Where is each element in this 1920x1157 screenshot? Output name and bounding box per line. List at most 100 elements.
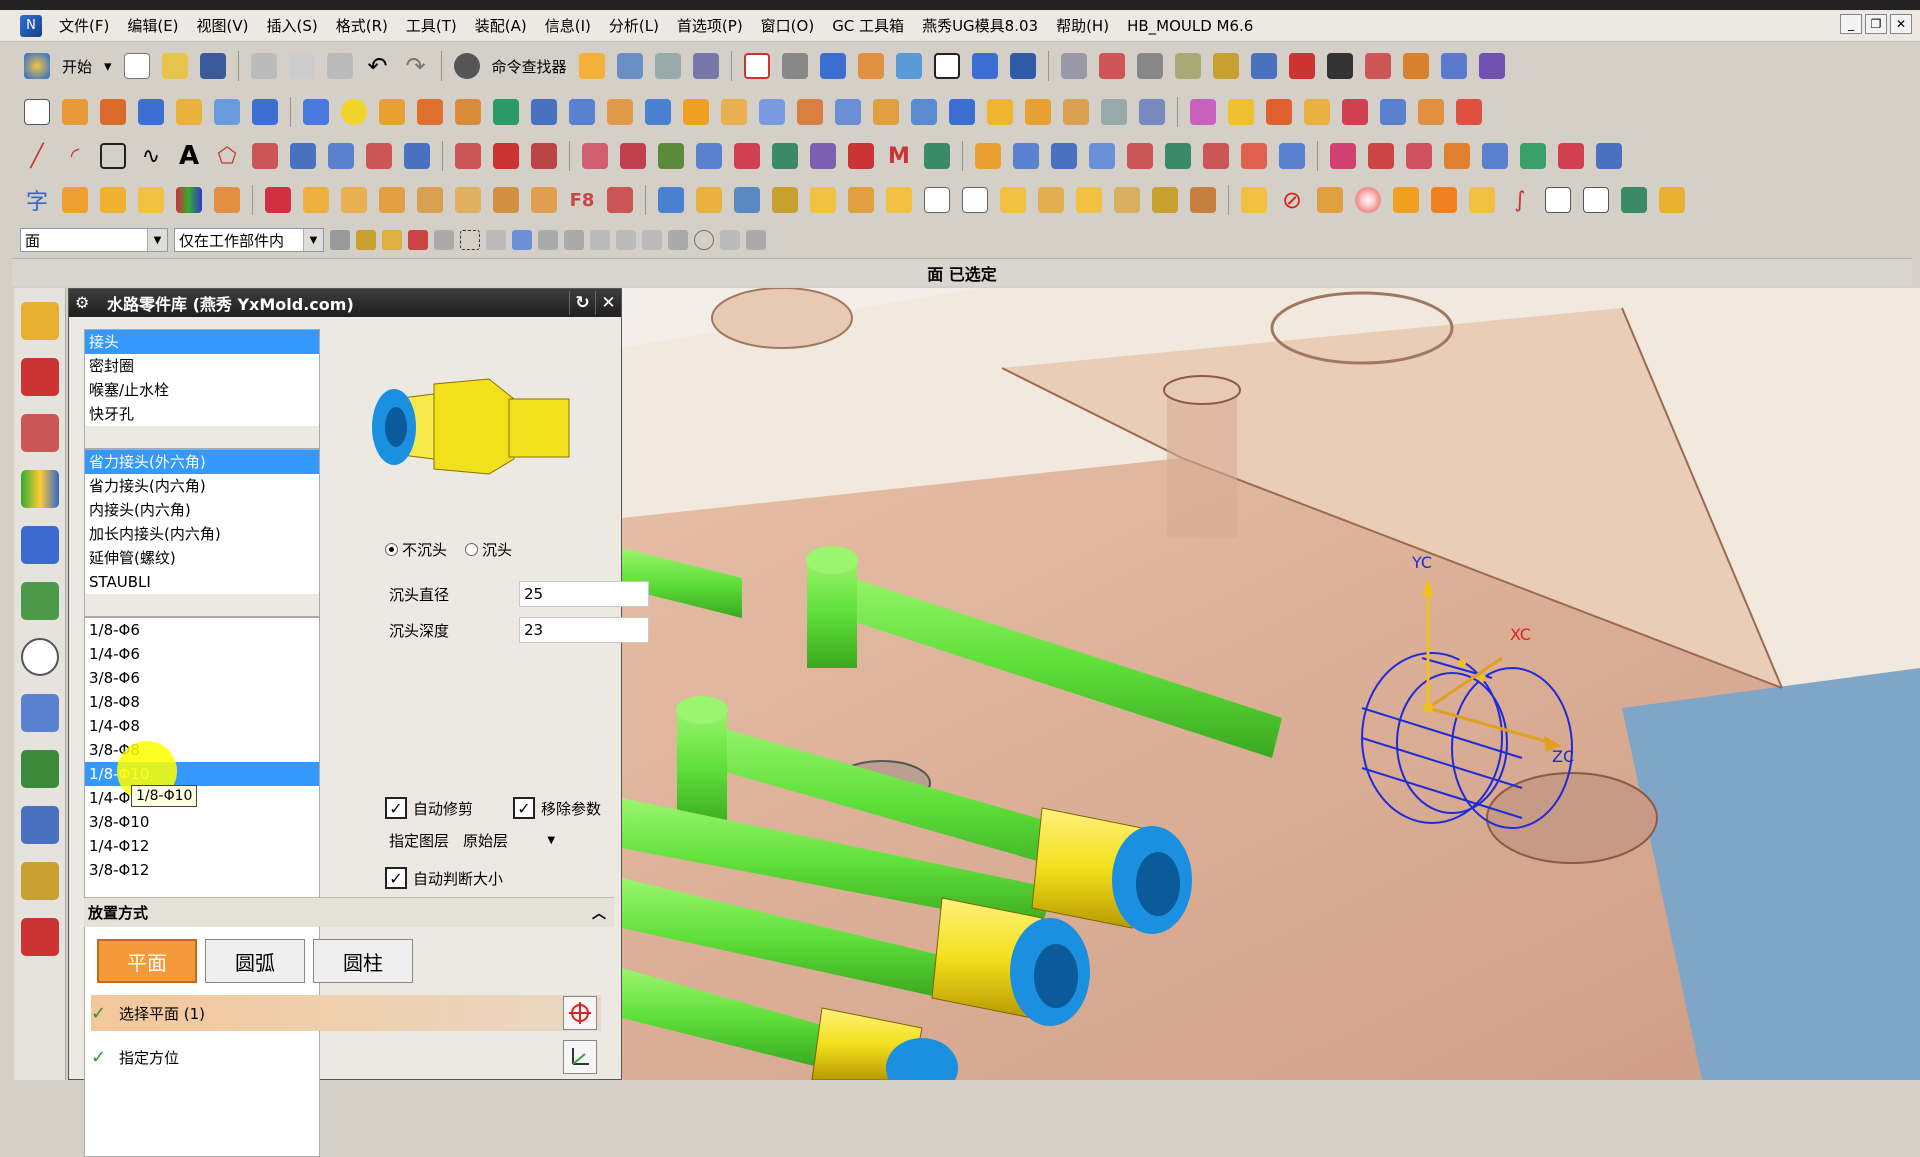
close-window-button[interactable]: ✕: [1890, 14, 1912, 34]
snap-icon[interactable]: [642, 230, 662, 250]
remove-params-checkbox[interactable]: ✓ 移除参数: [513, 797, 601, 819]
mold-tool-icon[interactable]: [882, 183, 916, 217]
mold-tool-icon[interactable]: [96, 183, 130, 217]
surface-icon[interactable]: [1085, 139, 1119, 173]
start-icon[interactable]: [20, 49, 54, 83]
tool-icon[interactable]: [1209, 49, 1243, 83]
edit-curve-icon[interactable]: [768, 139, 802, 173]
system-scenes-icon[interactable]: [21, 918, 59, 956]
feature-icon[interactable]: [1224, 95, 1258, 129]
view-icon[interactable]: [892, 49, 926, 83]
radio-unselected-icon[interactable]: [465, 543, 479, 556]
mold-tool-icon[interactable]: [1351, 183, 1385, 217]
placement-tab-1[interactable]: 圆弧: [205, 939, 305, 983]
rectangle-icon[interactable]: [96, 139, 130, 173]
feature-icon[interactable]: [717, 95, 751, 129]
redo-icon[interactable]: ↷: [399, 49, 433, 83]
chevron-down-icon[interactable]: ▼: [303, 229, 323, 251]
start-dropdown-icon[interactable]: ▾: [100, 57, 116, 75]
feature-icon[interactable]: [1376, 95, 1410, 129]
specify-orientation-button[interactable]: [563, 1040, 597, 1074]
polygon-icon[interactable]: ⬠: [210, 139, 244, 173]
feature-icon[interactable]: [945, 95, 979, 129]
gear-icon[interactable]: ⚙: [75, 293, 95, 313]
chevron-down-icon[interactable]: ▼: [147, 229, 167, 251]
roles-icon[interactable]: [21, 862, 59, 900]
surface-icon[interactable]: [1326, 139, 1360, 173]
surface-icon[interactable]: [1554, 139, 1588, 173]
mold-tool-icon[interactable]: [654, 183, 688, 217]
step-specify-orientation[interactable]: ✓ 指定方位: [91, 1039, 601, 1075]
close-icon[interactable]: ✕: [595, 291, 621, 315]
tool-icon[interactable]: [1399, 49, 1433, 83]
tool-icon[interactable]: [1247, 49, 1281, 83]
menu-item-14[interactable]: HB_MOULD M6.6: [1118, 10, 1262, 42]
edit-curve-icon[interactable]: [616, 139, 650, 173]
surface-icon[interactable]: [1047, 139, 1081, 173]
list-item[interactable]: 密封圈: [85, 354, 319, 378]
nx-app-icon[interactable]: N: [20, 14, 42, 37]
mold-tool-icon[interactable]: [299, 183, 333, 217]
checkbox-checked-icon[interactable]: ✓: [385, 867, 407, 889]
placement-section-header[interactable]: 放置方式 ︿: [84, 897, 614, 927]
placement-tab-0[interactable]: 平面: [97, 939, 197, 983]
feature-icon[interactable]: [1452, 95, 1486, 129]
list-item[interactable]: 3/8-Φ10: [85, 810, 319, 834]
tool-icon[interactable]: [1095, 49, 1129, 83]
auto-trim-checkbox[interactable]: ✓ 自动修剪: [385, 797, 473, 819]
curve-icon[interactable]: [489, 139, 523, 173]
edit-curve-icon[interactable]: [844, 139, 878, 173]
menu-item-4[interactable]: 格式(R): [327, 10, 397, 42]
list-item[interactable]: 加长内接头(内六角): [85, 522, 319, 546]
snap-icon[interactable]: [564, 230, 584, 250]
cylinder-icon[interactable]: [248, 95, 282, 129]
start-button[interactable]: 开始: [58, 56, 96, 77]
feature-icon[interactable]: [1021, 95, 1055, 129]
mold-tool-icon[interactable]: [1237, 183, 1271, 217]
feature-icon[interactable]: [793, 95, 827, 129]
fit-view-icon[interactable]: [740, 49, 774, 83]
curve-icon[interactable]: [324, 139, 358, 173]
curve-icon[interactable]: [286, 139, 320, 173]
block-icon[interactable]: [134, 95, 168, 129]
menu-item-1[interactable]: 编辑(E): [118, 10, 187, 42]
part-navigator-icon[interactable]: [21, 414, 59, 452]
feature-icon[interactable]: [641, 95, 675, 129]
web-browser-icon[interactable]: [21, 582, 59, 620]
filter-icon[interactable]: [486, 230, 506, 250]
mold-tool-icon[interactable]: [996, 183, 1030, 217]
save-icon[interactable]: [196, 49, 230, 83]
mold-tool-icon[interactable]: [527, 183, 561, 217]
menu-item-3[interactable]: 插入(S): [258, 10, 327, 42]
tool-icon[interactable]: [1361, 49, 1395, 83]
restore-button[interactable]: ❐: [1865, 14, 1887, 34]
feature-icon[interactable]: [451, 95, 485, 129]
curve-icon[interactable]: [362, 139, 396, 173]
counterbore-diameter-input[interactable]: [519, 581, 649, 607]
assembly-navigator-icon[interactable]: [21, 302, 59, 340]
feature-icon[interactable]: [210, 95, 244, 129]
menu-item-9[interactable]: 首选项(P): [668, 10, 752, 42]
list-item[interactable]: 接头: [85, 330, 319, 354]
selection-icon[interactable]: [575, 49, 609, 83]
mold-tool-icon[interactable]: [337, 183, 371, 217]
list-item[interactable]: 3/8-Φ12: [85, 858, 319, 882]
menu-item-10[interactable]: 窗口(O): [752, 10, 824, 42]
cut-icon[interactable]: [247, 49, 281, 83]
filter-icon[interactable]: [330, 230, 350, 250]
scope-filter-select[interactable]: 仅在工作部件内 ▼: [174, 228, 324, 252]
radio-selected-icon[interactable]: [385, 543, 398, 556]
feature-icon[interactable]: [1262, 95, 1296, 129]
dialog-title-bar[interactable]: ⚙ 水路零件库 (燕秀 YxMold.com) ↻ ✕: [69, 289, 621, 317]
list-item[interactable]: 省力接头(内六角): [85, 474, 319, 498]
counterbore-radio[interactable]: 沉头: [465, 539, 512, 560]
cylinder-icon[interactable]: [299, 95, 333, 129]
edit-curve-icon[interactable]: [730, 139, 764, 173]
mold-tool-icon[interactable]: [806, 183, 840, 217]
feature-icon[interactable]: [1414, 95, 1448, 129]
mold-tool-icon[interactable]: [692, 183, 726, 217]
manufacturing-wizard-icon[interactable]: [21, 806, 59, 844]
command-finder-button[interactable]: 命令查找器: [488, 56, 571, 77]
surface-icon[interactable]: [1275, 139, 1309, 173]
surface-icon[interactable]: [1199, 139, 1233, 173]
